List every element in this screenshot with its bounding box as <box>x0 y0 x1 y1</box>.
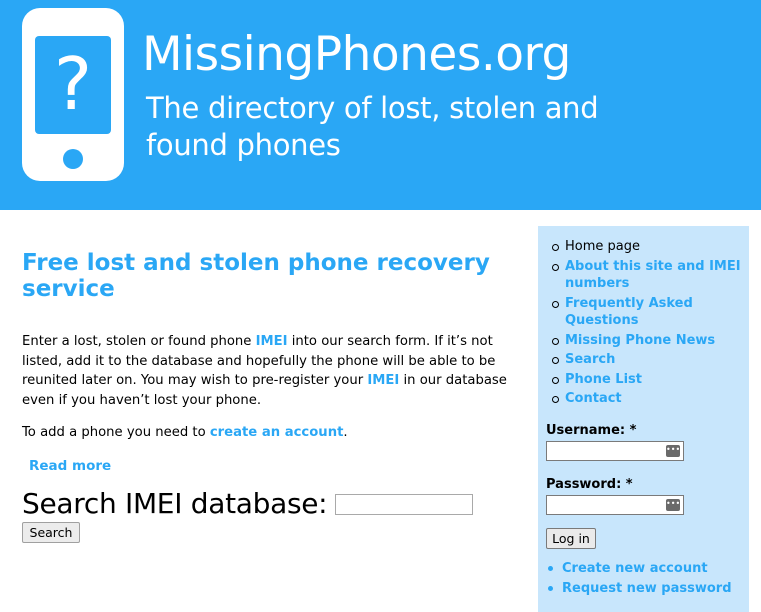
sidebar-item-label: Home page <box>565 239 640 254</box>
add-text-1: To add a phone you need to <box>22 425 210 440</box>
sidebar-nav: Home page About this site and IMEI numbe… <box>546 238 742 410</box>
page-title: Free lost and stolen phone recovery serv… <box>22 250 490 302</box>
search-button[interactable]: Search <box>22 522 80 543</box>
sidebar-item-label[interactable]: About this site and IMEI numbers <box>565 259 741 292</box>
imei-link[interactable]: IMEI <box>256 334 288 349</box>
site-slogan: The directory of lost, stolen and found … <box>146 91 599 162</box>
sidebar-item-phone-list[interactable]: Phone List <box>546 371 742 389</box>
imei-search-input[interactable] <box>335 493 474 515</box>
site-header: ? MissingPhones.org The directory of los… <box>0 0 761 210</box>
sidebar-item-label[interactable]: Phone List <box>565 372 642 387</box>
sidebar-item-search[interactable]: Search <box>546 351 742 369</box>
list-item: Request new password <box>544 579 740 599</box>
create-new-account-link[interactable]: Create new account <box>562 561 708 576</box>
intro-text-1: Enter a lost, stolen or found phone <box>22 334 256 349</box>
add-text-2: . <box>343 425 348 440</box>
account-links: Create new account Request new password <box>544 559 740 598</box>
sidebar-item-news[interactable]: Missing Phone News <box>546 332 742 350</box>
sidebar-item-label[interactable]: Contact <box>565 391 622 406</box>
password-field[interactable]: ••• <box>546 495 684 515</box>
username-field[interactable]: ••• <box>546 441 684 461</box>
sidebar-item-faq[interactable]: Frequently Asked Questions <box>546 295 742 330</box>
password-manager-icon[interactable]: ••• <box>666 445 680 457</box>
add-phone-paragraph: To add a phone you need to create an acc… <box>22 423 522 442</box>
intro-paragraph: Enter a lost, stolen or found phone IMEI… <box>22 332 522 410</box>
login-button[interactable]: Log in <box>546 528 596 549</box>
sidebar-item-label[interactable]: Search <box>565 352 615 367</box>
sidebar-item-contact[interactable]: Contact <box>546 390 742 408</box>
logo-home-button-dot <box>63 149 83 169</box>
phone-question-icon[interactable]: ? <box>22 8 124 181</box>
create-account-link[interactable]: create an account <box>210 425 344 440</box>
imei-link-2[interactable]: IMEI <box>367 373 399 388</box>
sidebar-item-about[interactable]: About this site and IMEI numbers <box>546 258 742 293</box>
logo-question-mark: ? <box>53 42 93 126</box>
list-item: Create new account <box>544 559 740 579</box>
password-label: Password: * <box>546 477 633 492</box>
sidebar-item-label[interactable]: Missing Phone News <box>565 333 715 348</box>
sidebar-item-home[interactable]: Home page <box>546 238 742 256</box>
logo-phone-screen: ? <box>35 36 111 134</box>
password-manager-icon[interactable]: ••• <box>666 499 680 511</box>
username-label: Username: * <box>546 423 637 438</box>
read-more-link[interactable]: Read more <box>29 457 522 475</box>
site-name[interactable]: MissingPhones.org <box>142 26 571 84</box>
sidebar: Home page About this site and IMEI numbe… <box>538 226 749 612</box>
request-new-password-link[interactable]: Request new password <box>562 581 732 596</box>
main-content: Free lost and stolen phone recovery serv… <box>22 250 522 543</box>
search-heading: Search IMEI database: <box>22 487 328 520</box>
sidebar-item-label[interactable]: Frequently Asked Questions <box>565 296 693 329</box>
imei-search-form: Search IMEI database: <box>22 487 522 521</box>
